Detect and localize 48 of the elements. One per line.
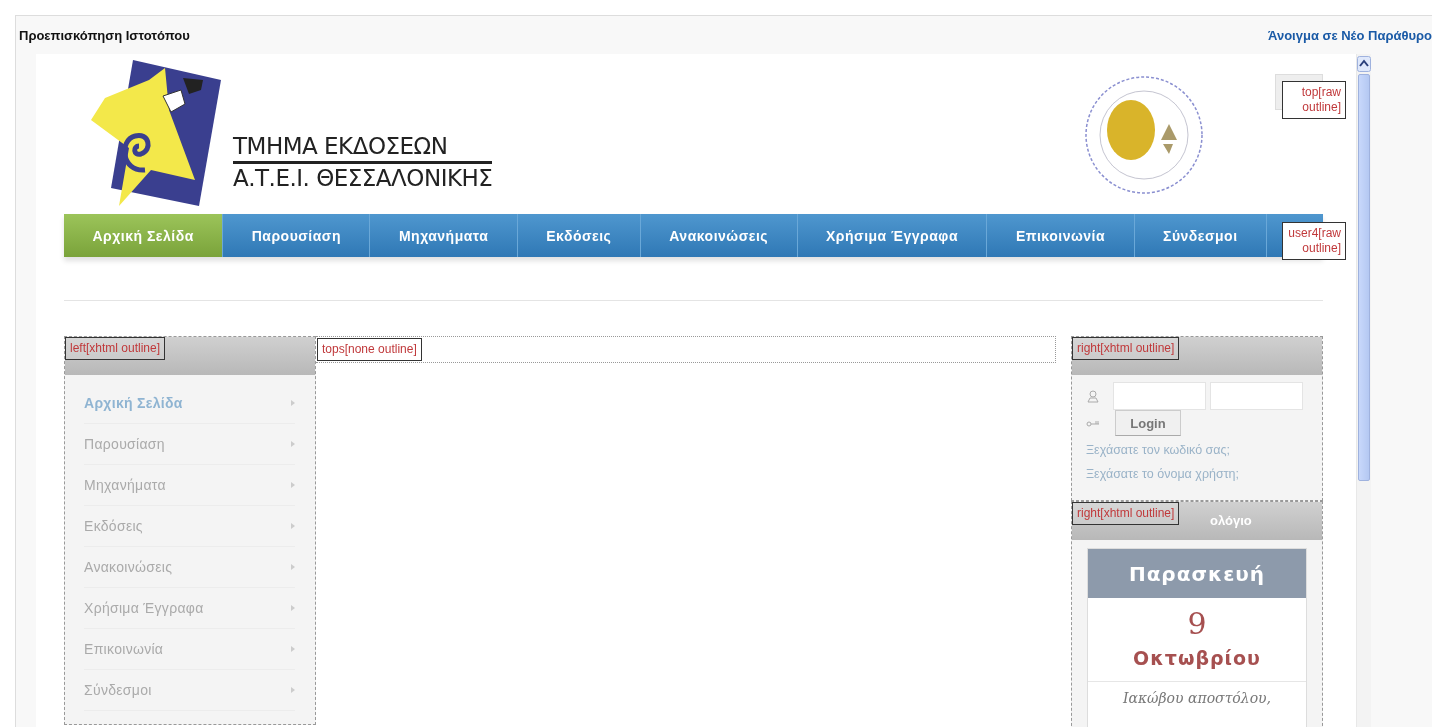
menu-item[interactable]: Εκδόσεις [84, 518, 143, 534]
menu-item[interactable]: Αρχική Σελίδα [84, 395, 183, 411]
forgot-link[interactable]: Ξεχάσατε τον κωδικό σας; [1086, 438, 1312, 462]
scrollbar[interactable] [1356, 54, 1371, 727]
open-new-window-link[interactable]: Άνοιγμα σε Νέο Παράθυρο [1268, 27, 1432, 43]
scroll-thumb[interactable] [1358, 74, 1370, 481]
weekday-label: Παρασκευή [1088, 549, 1306, 598]
outline-label: left[xhtml outline] [65, 337, 166, 360]
menu-item[interactable]: Σύνδεσμοι [84, 682, 152, 698]
outline-label: right[xhtml outline] [1072, 502, 1180, 525]
menu-item[interactable]: Μηχανήματα [84, 477, 166, 493]
department-title: ΤΜΗΜΑ ΕΚΔΟΣΕΩΝ [233, 132, 493, 164]
nav-tab[interactable]: Παρουσίαση [223, 214, 371, 257]
day-number: 9 [1186, 606, 1208, 641]
chevron-icon [291, 646, 295, 652]
password-field[interactable] [1210, 382, 1303, 410]
chevron-icon [291, 564, 295, 570]
nav-tab[interactable]: Εκδόσεις [517, 214, 641, 257]
menu-item[interactable]: Χρήσιμα Έγγραφα [84, 600, 204, 616]
month-label: Οκτωβρίου [1088, 647, 1306, 682]
outline-label: right[xhtml outline] [1072, 337, 1180, 360]
nav-tab[interactable]: Σύνδεσμοι [1134, 214, 1267, 257]
scroll-up-icon[interactable] [1357, 56, 1371, 72]
nav-tab[interactable]: Μηχανήματα [370, 214, 518, 257]
outline-label: top[raw outline] [1282, 81, 1346, 119]
module-title: ολόγιο [1210, 513, 1252, 528]
chevron-icon [291, 687, 295, 693]
saint-name: Ιακώβου αποστόλου, [1121, 690, 1273, 706]
nav-tab[interactable]: Επικοινωνία [987, 214, 1135, 257]
page-title: Προεπισκόπηση Ιστοτόπου [19, 27, 190, 43]
login-button[interactable]: Login [1115, 410, 1181, 436]
chevron-icon [291, 482, 295, 488]
nav-tab[interactable]: Αρχική Σελίδα [64, 214, 224, 257]
outline-label: tops[none outline] [317, 338, 422, 361]
username-field[interactable] [1113, 382, 1206, 410]
outline-label: user4[raw outline] [1282, 222, 1346, 260]
institution-title: Α.Τ.Ε.Ι. ΘΕΣΣΑΛΟΝΙΚΗΣ [233, 164, 493, 192]
chevron-icon [291, 441, 295, 447]
forgot-link[interactable]: Ξεχάσατε το όνομα χρήστη; [1086, 462, 1312, 486]
chevron-icon [291, 605, 295, 611]
nav-tab[interactable]: Ανακοινώσεις [640, 214, 798, 257]
user-icon [1086, 389, 1100, 403]
menu-item[interactable]: Παρουσίαση [84, 436, 165, 452]
chevron-icon [291, 400, 295, 406]
chevron-icon [291, 523, 295, 529]
nav-tab[interactable]: Χρήσιμα Έγγραφα [797, 214, 988, 257]
menu-item[interactable]: Επικοινωνία [84, 641, 164, 657]
menu-item[interactable]: Ανακοινώσεις [84, 559, 173, 575]
